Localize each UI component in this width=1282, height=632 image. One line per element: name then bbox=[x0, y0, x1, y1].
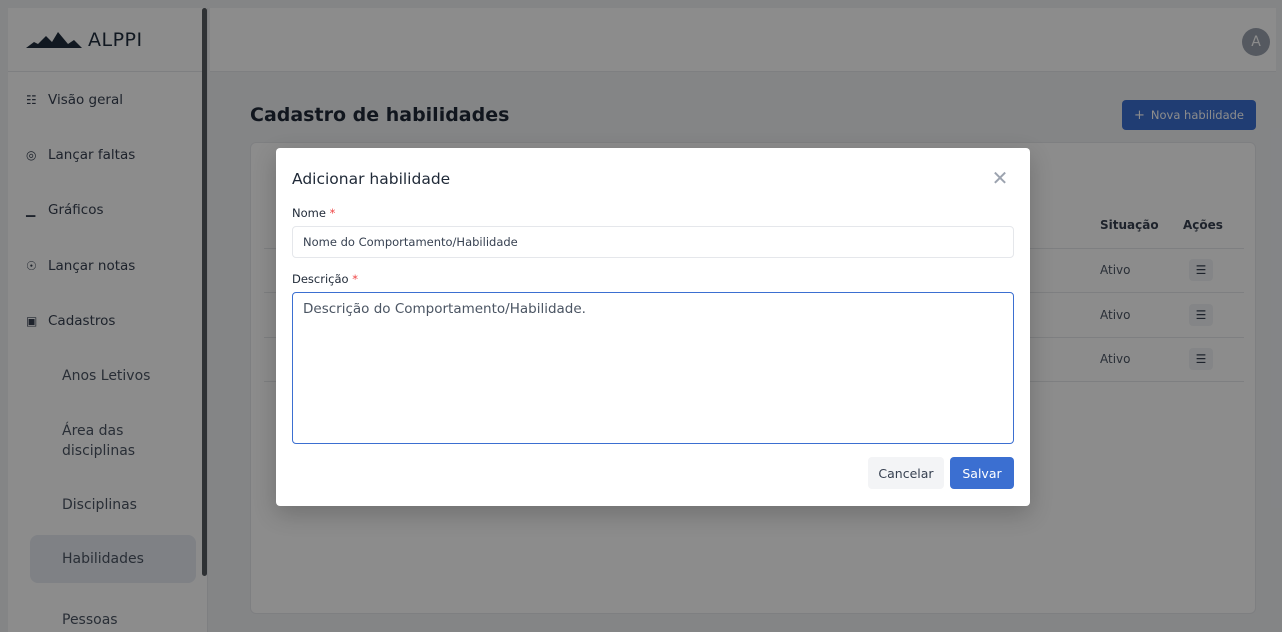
name-input[interactable] bbox=[292, 226, 1014, 258]
name-label-text: Nome bbox=[292, 206, 326, 220]
cancel-button[interactable]: Cancelar bbox=[868, 457, 944, 489]
required-marker: * bbox=[329, 206, 336, 220]
description-field-label: Descrição * bbox=[292, 272, 358, 286]
modal-title: Adicionar habilidade bbox=[292, 170, 451, 188]
add-skill-modal: Adicionar habilidade ✕ Nome * Descrição … bbox=[276, 148, 1030, 506]
close-icon[interactable]: ✕ bbox=[988, 166, 1012, 190]
name-field-label: Nome * bbox=[292, 206, 335, 220]
description-label-text: Descrição bbox=[292, 272, 349, 286]
save-button[interactable]: Salvar bbox=[950, 457, 1014, 489]
description-textarea[interactable]: Descrição do Comportamento/Habilidade. bbox=[292, 292, 1014, 444]
required-marker: * bbox=[352, 272, 358, 286]
